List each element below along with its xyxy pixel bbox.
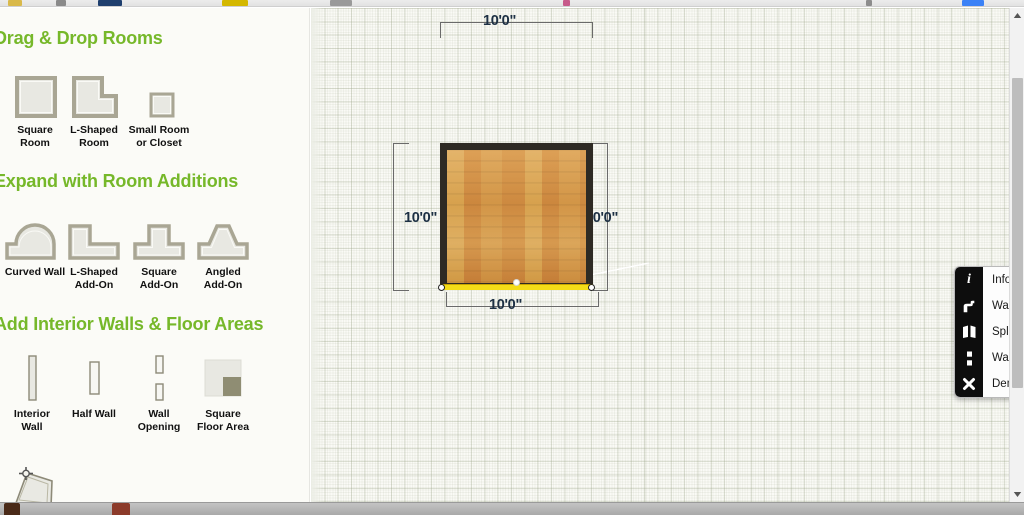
tool-label: Square Floor Area [196, 408, 250, 433]
info-icon: i [967, 272, 971, 287]
interior-wall-icon [0, 348, 65, 404]
bookmark-item[interactable] [98, 0, 122, 6]
tool-l-shaped-addon[interactable]: L-Shaped Add-On [61, 206, 127, 292]
section-title-interior-walls: Add Interior Walls & Floor Areas [0, 314, 264, 334]
paint-roller-icon [955, 293, 983, 319]
dimension-label-top: 10'0" [483, 13, 517, 29]
bookmark-item[interactable] [962, 0, 984, 6]
menu-item-label: Wall Style [992, 300, 1009, 312]
room-square[interactable] [438, 143, 595, 291]
menu-item-label: Info / Size [992, 274, 1009, 286]
menu-item-demolish-wall[interactable]: Demolish Wall [955, 371, 1009, 397]
menu-item-wall-opening[interactable]: Wall Opening [955, 345, 1009, 371]
section-title-room-additions: Expand with Room Additions [0, 171, 239, 191]
menu-item-split[interactable]: Split [955, 319, 1009, 345]
scroll-up-arrow[interactable] [1010, 8, 1024, 23]
small-room-icon [126, 64, 192, 120]
menu-item-info-size[interactable]: i Info / Size [955, 267, 1009, 293]
bookmark-item[interactable] [8, 0, 22, 6]
wall-handle-midpoint[interactable] [513, 279, 520, 286]
dim-tick [592, 22, 593, 38]
wall-opening-icon [955, 345, 983, 371]
tool-l-shaped-room[interactable]: L-Shaped Room [61, 64, 127, 150]
tool-label: L-Shaped Room [70, 124, 118, 149]
dim-tick [440, 22, 441, 38]
dim-tick [598, 292, 599, 307]
half-wall-icon [61, 348, 127, 404]
bookmark-item[interactable] [56, 0, 66, 6]
tool-label: Wall Opening [137, 408, 181, 433]
l-shaped-addon-icon [61, 206, 127, 262]
custom-floor-area-icon [3, 455, 69, 502]
menu-item-label: Split [992, 326, 1009, 338]
wall-handle-right[interactable] [588, 284, 595, 291]
bookmark-item[interactable] [330, 0, 352, 6]
browser-bookmark-bar [0, 0, 1024, 7]
wall-handle-left[interactable] [438, 284, 445, 291]
menu-item-label: Demolish Wall [992, 378, 1009, 390]
angled-addon-icon [190, 206, 256, 262]
tool-wall-opening[interactable]: Wall Opening [126, 348, 192, 434]
dim-tick [446, 292, 447, 307]
tool-square-room[interactable]: Square Room [2, 64, 68, 150]
tool-palette-sidebar: Drag & Drop Rooms Square Room L-Shaped R… [0, 8, 310, 502]
close-x-icon [955, 371, 983, 397]
bookmark-item[interactable] [222, 0, 248, 6]
menu-connector-line [521, 262, 650, 290]
dim-guide-left-cap-top [393, 143, 409, 144]
tool-label: Square Room [17, 124, 53, 149]
menu-item-label: Wall Opening [992, 352, 1009, 364]
tool-label: L-Shaped Add-On [70, 266, 118, 291]
tool-small-room-closet[interactable]: Small Room or Closet [126, 64, 192, 150]
taskbar-item[interactable] [4, 503, 20, 515]
square-floor-icon [190, 348, 256, 404]
dimension-label-bottom: 10'0" [489, 297, 523, 313]
tool-square-addon[interactable]: Square Add-On [126, 206, 192, 292]
scroll-down-arrow[interactable] [1010, 487, 1024, 502]
tool-angled-addon[interactable]: Angled Add-On [190, 206, 256, 292]
scrollbar-thumb[interactable] [1012, 78, 1023, 388]
dim-guide-left-cap-bottom [393, 290, 409, 291]
section-title-drag-drop-rooms: Drag & Drop Rooms [0, 28, 163, 48]
dim-guide-left [393, 143, 394, 291]
os-taskbar [0, 502, 1024, 515]
room-walls-and-floor[interactable] [440, 143, 593, 290]
bookmark-item[interactable] [866, 0, 872, 6]
tool-custom-floor-area[interactable] [3, 455, 69, 502]
tool-interior-wall[interactable]: Interior Wall [0, 348, 65, 434]
square-room-icon [2, 64, 68, 120]
tool-square-floor-area[interactable]: Square Floor Area [190, 348, 256, 434]
dim-guide-right-cap-top [593, 143, 608, 144]
bookmark-item[interactable] [563, 0, 570, 6]
wall-opening-icon [126, 348, 192, 404]
menu-item-wall-style[interactable]: Wall Style [955, 293, 1009, 319]
l-shaped-room-icon [61, 64, 127, 120]
vertical-scrollbar[interactable] [1009, 8, 1024, 502]
tool-label: Angled Add-On [203, 266, 243, 291]
dim-guide-right-cap-bottom [593, 290, 608, 291]
square-addon-icon [126, 206, 192, 262]
taskbar-item[interactable] [112, 503, 130, 515]
wall-context-menu[interactable]: i Info / Size Wall Style Split [954, 266, 1009, 398]
dimension-label-left: 10'0" [404, 210, 438, 226]
split-icon [955, 319, 983, 345]
tool-label: Interior Wall [13, 408, 51, 433]
canvas-edge-shadow [311, 8, 323, 502]
tool-label: Square Add-On [139, 266, 179, 291]
tool-label: Half Wall [72, 408, 116, 420]
tool-half-wall[interactable]: Half Wall [61, 348, 127, 421]
floorplan-canvas[interactable]: 10'0" 10'0" 10'0" 10'0" i Info / Size Wa… [311, 8, 1009, 502]
tool-label: Small Room or Closet [128, 124, 190, 149]
